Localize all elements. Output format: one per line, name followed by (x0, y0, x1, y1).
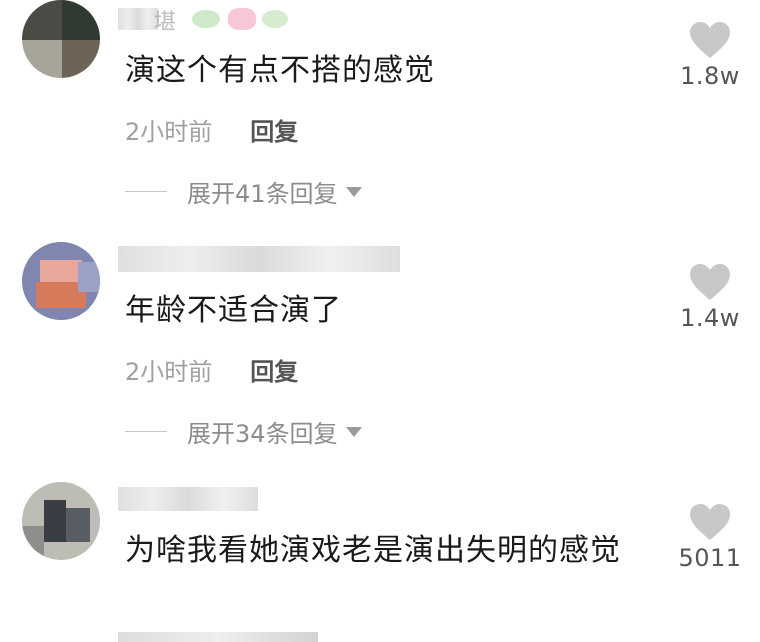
divider (125, 431, 167, 432)
truncated-meta (118, 632, 318, 642)
comment-text: 年龄不适合演了 (125, 293, 342, 328)
heart-icon (690, 22, 730, 58)
caret-down-icon (345, 186, 362, 197)
username[interactable] (118, 484, 258, 514)
like-count: 1.4w (680, 304, 740, 332)
comment-meta: 2小时前 回复 (125, 352, 298, 387)
avatar[interactable] (22, 0, 100, 78)
reply-button[interactable]: 回复 (250, 352, 298, 387)
expand-replies-button[interactable]: 展开41条回复 (125, 174, 362, 209)
expand-replies-label: 展开34条回复 (187, 420, 338, 448)
avatar[interactable] (22, 482, 100, 560)
heart-icon (690, 504, 730, 540)
like-count: 1.8w (680, 62, 740, 90)
username-fragment: 堪 (154, 10, 177, 35)
avatar[interactable] (22, 242, 100, 320)
like-button[interactable]: 1.4w (668, 262, 752, 332)
timestamp: 2小时前 (125, 358, 213, 386)
like-button[interactable]: 1.8w (668, 20, 752, 90)
expand-replies-label: 展开41条回复 (187, 180, 338, 208)
reply-button[interactable]: 回复 (250, 112, 298, 147)
comment-text: 演这个有点不搭的感觉 (125, 53, 435, 88)
heart-icon (690, 264, 730, 300)
like-count: 5011 (678, 544, 742, 572)
divider (125, 191, 167, 192)
like-button[interactable]: 5011 (668, 502, 752, 572)
comment-meta: 2小时前 回复 (125, 112, 298, 147)
comment-text: 为啥我看她演戏老是演出失明的感觉 (125, 533, 621, 568)
expand-replies-button[interactable]: 展开34条回复 (125, 414, 362, 449)
username[interactable]: 堪 (118, 4, 288, 35)
timestamp: 2小时前 (125, 118, 213, 146)
username[interactable] (118, 244, 400, 274)
caret-down-icon (345, 426, 362, 437)
